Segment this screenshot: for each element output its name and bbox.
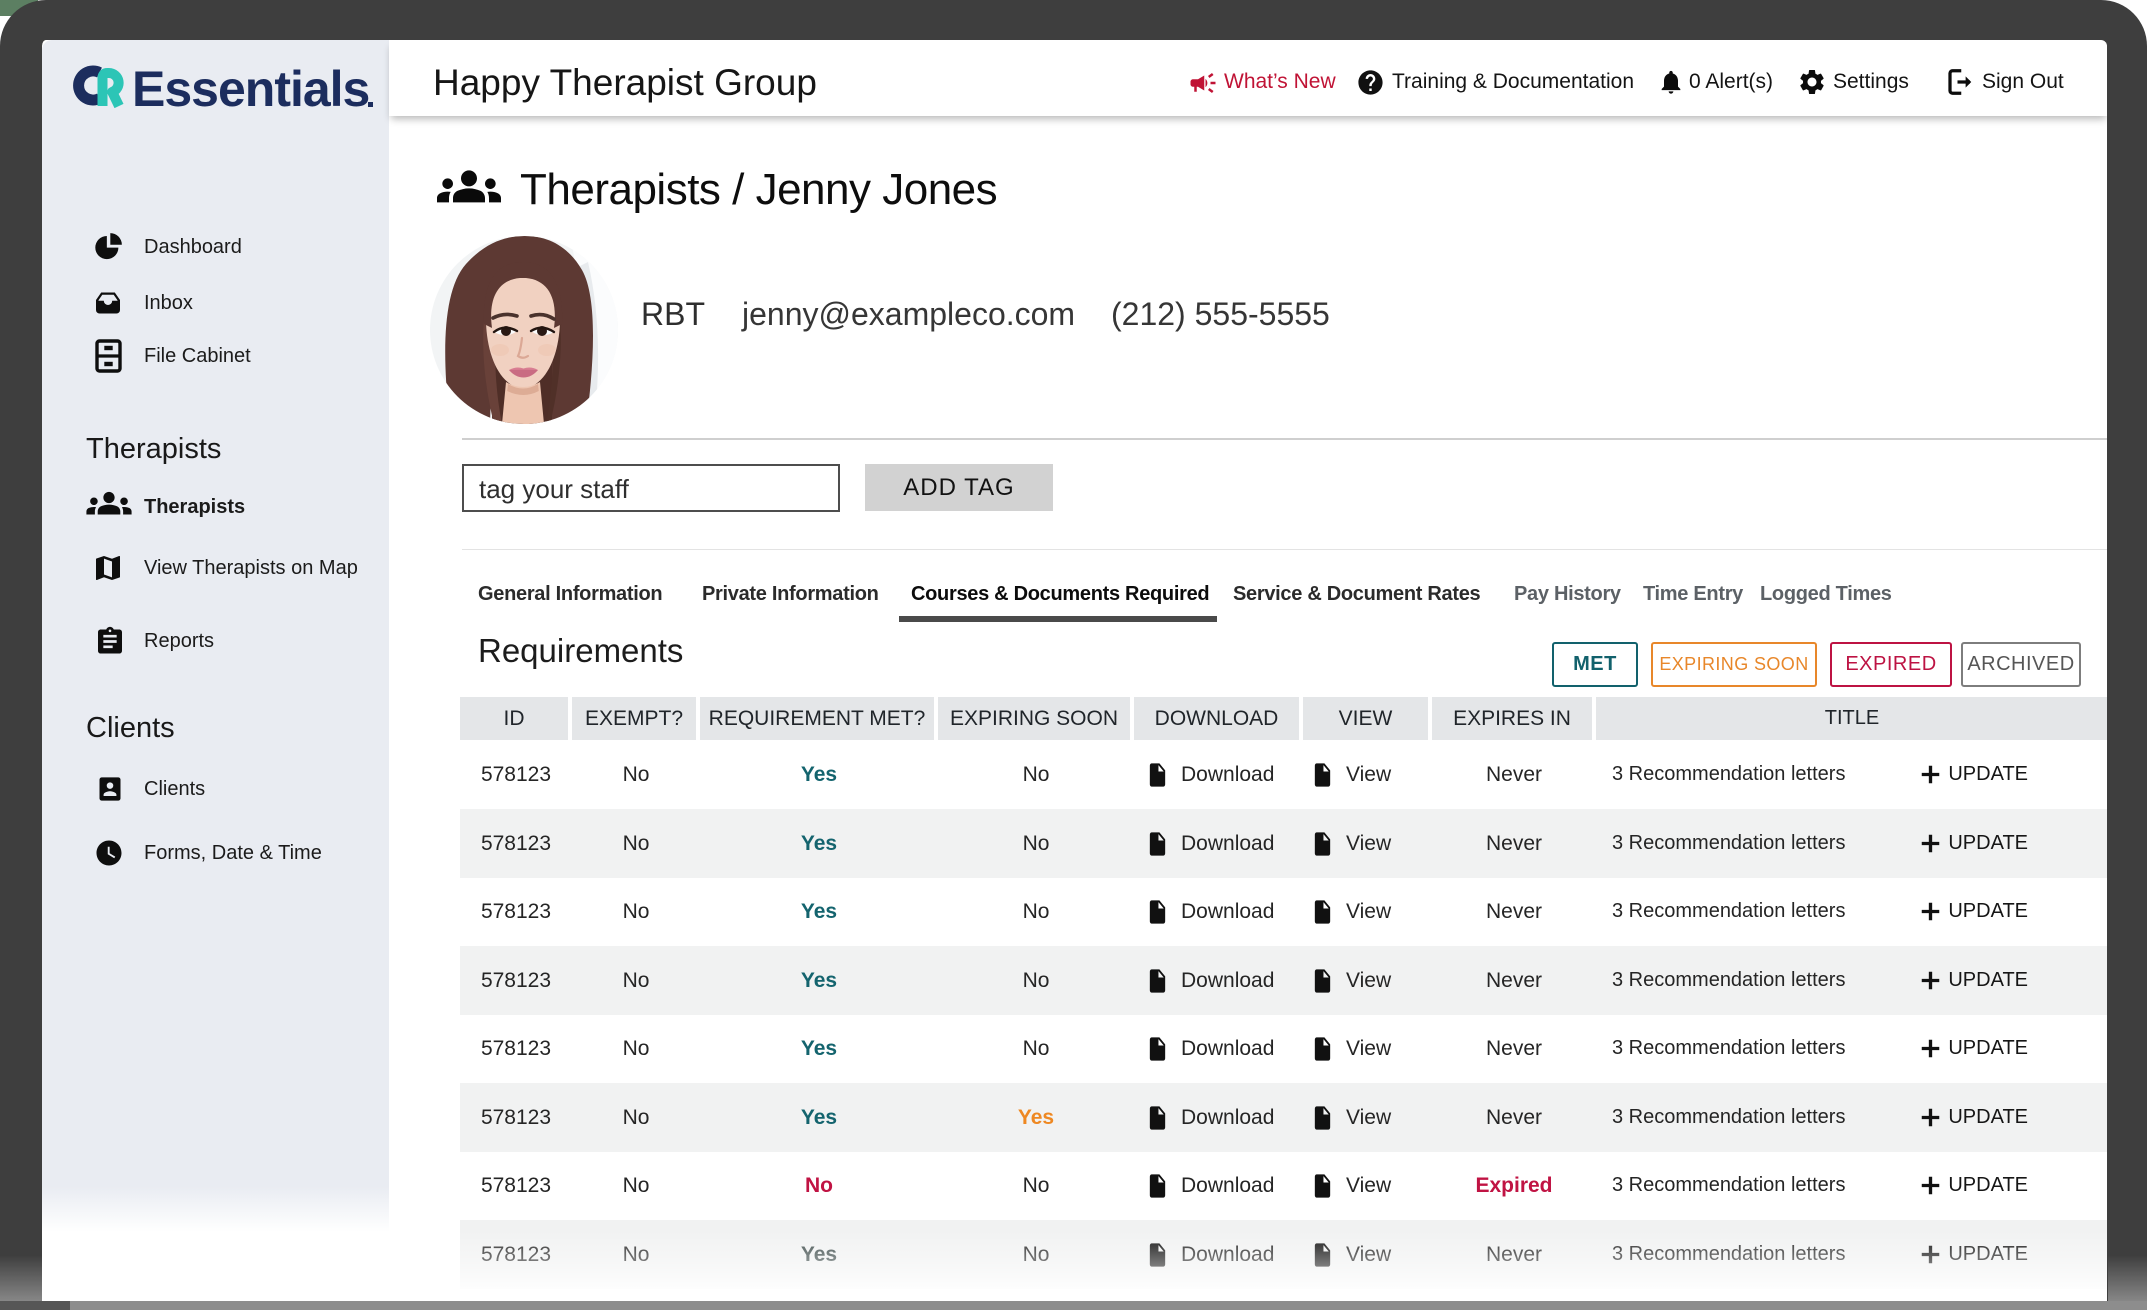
svg-text:Essentials: Essentials: [132, 62, 369, 114]
